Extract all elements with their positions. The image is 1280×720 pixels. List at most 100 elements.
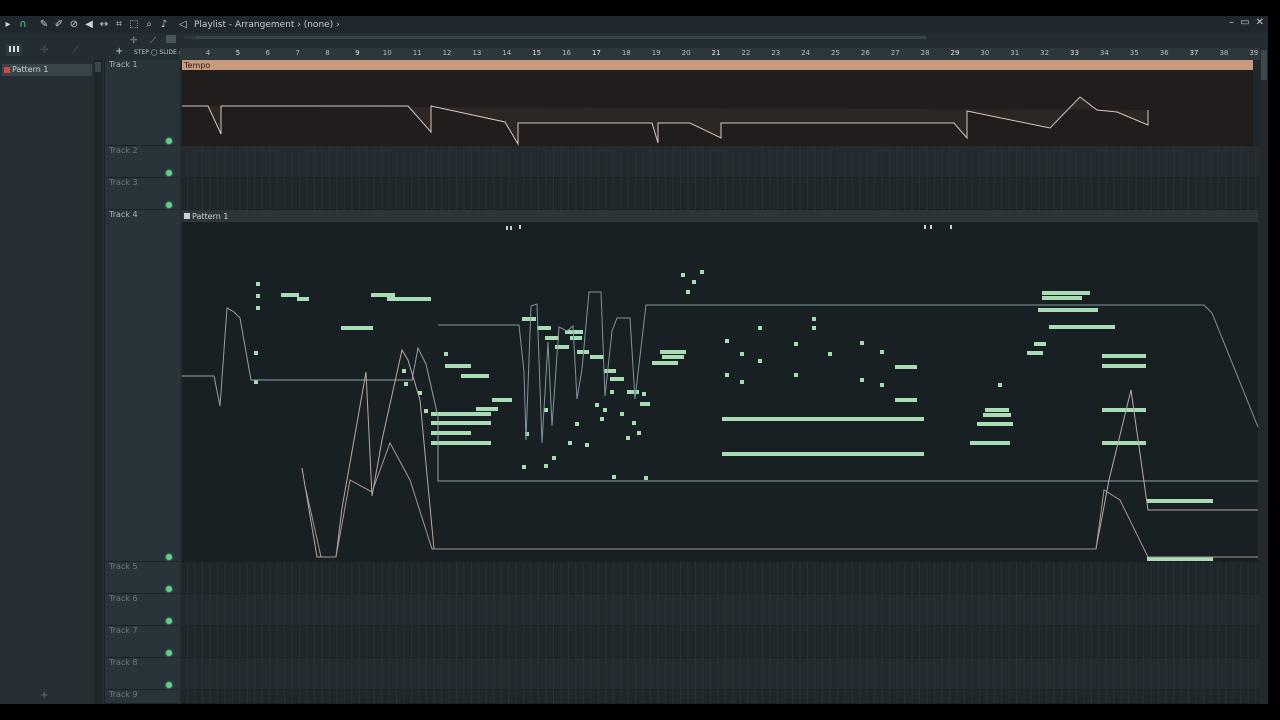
note[interactable]	[545, 336, 559, 340]
note[interactable]	[828, 352, 832, 356]
note[interactable]	[464, 431, 468, 435]
note[interactable]	[522, 317, 536, 321]
note[interactable]	[431, 421, 491, 425]
note[interactable]	[790, 452, 858, 456]
grid-icon[interactable]	[166, 35, 176, 43]
note[interactable]	[880, 383, 884, 387]
playlist-grid[interactable]: Tempo Pattern 1	[180, 60, 1260, 704]
horizontal-scrollbar[interactable]	[196, 36, 926, 39]
note[interactable]	[740, 352, 744, 356]
note[interactable]	[794, 373, 798, 377]
note[interactable]	[537, 326, 551, 330]
pencil-icon[interactable]: ✎	[38, 19, 50, 31]
note[interactable]	[254, 351, 258, 355]
note[interactable]	[568, 441, 572, 445]
track-enable-led[interactable]	[166, 650, 172, 656]
track-header-7[interactable]: Track 7	[106, 626, 178, 658]
note[interactable]	[812, 317, 816, 321]
note[interactable]	[644, 476, 648, 480]
track-enable-led[interactable]	[166, 138, 172, 144]
track-header-6[interactable]: Track 6	[106, 594, 178, 626]
note[interactable]	[402, 369, 406, 373]
note[interactable]	[652, 361, 678, 365]
note[interactable]	[603, 408, 607, 412]
note[interactable]	[627, 390, 639, 394]
note[interactable]	[604, 369, 616, 373]
note[interactable]	[1034, 342, 1046, 346]
note[interactable]	[544, 464, 548, 468]
note[interactable]	[1102, 354, 1146, 358]
note[interactable]	[1102, 364, 1146, 368]
speaker-icon[interactable]: ♪	[158, 19, 170, 31]
note[interactable]	[1042, 296, 1082, 300]
minimize-button[interactable]: –	[1229, 17, 1234, 28]
snap-labels[interactable]: STEP ◯ SLIDE ◎	[134, 49, 184, 56]
note[interactable]	[256, 282, 260, 286]
note[interactable]	[895, 398, 917, 402]
track-enable-led[interactable]	[166, 586, 172, 592]
mixer-icon[interactable]: ✛	[130, 36, 138, 46]
note[interactable]	[660, 350, 686, 354]
note[interactable]	[575, 422, 579, 426]
note[interactable]	[681, 273, 685, 277]
note[interactable]	[637, 431, 641, 435]
picker-scrollbar[interactable]	[94, 60, 102, 704]
note[interactable]	[492, 398, 512, 402]
title-bar[interactable]: ▸ ∩ ✎ ✐ ⊘ ◀ ↔ ⌗ ⬚ ⌕ ♪ ◁ Playlist - Arran…	[0, 16, 1268, 34]
note[interactable]	[983, 413, 1011, 417]
note[interactable]	[595, 403, 599, 407]
note[interactable]	[585, 443, 589, 447]
note[interactable]	[1038, 308, 1098, 312]
note[interactable]	[281, 293, 299, 297]
track-lane-3[interactable]	[180, 178, 1260, 210]
tempo-clip-header[interactable]	[182, 60, 1253, 70]
mute-icon[interactable]: ◀	[83, 19, 95, 31]
note[interactable]	[662, 355, 684, 359]
note[interactable]	[985, 408, 1009, 412]
note[interactable]	[880, 350, 884, 354]
note[interactable]	[642, 392, 646, 396]
note[interactable]	[858, 452, 924, 456]
note[interactable]	[860, 341, 864, 345]
note[interactable]	[610, 390, 614, 394]
track-header-8[interactable]: Track 8	[106, 658, 178, 690]
note[interactable]	[632, 421, 636, 425]
note[interactable]	[860, 378, 864, 382]
note[interactable]	[858, 417, 924, 421]
track-header-3[interactable]: Track 3	[106, 178, 178, 210]
automation-icon[interactable]: ⟋	[72, 45, 79, 56]
track-lane-6[interactable]	[180, 594, 1260, 626]
note[interactable]	[544, 408, 548, 412]
waveform-icon[interactable]: ✛	[40, 45, 49, 56]
note[interactable]	[1147, 557, 1213, 561]
note[interactable]	[758, 359, 762, 363]
pattern-clip-header[interactable]	[182, 210, 1258, 222]
note[interactable]	[794, 342, 798, 346]
note[interactable]	[404, 382, 408, 386]
pattern-clip[interactable]	[182, 210, 1258, 562]
track-enable-led[interactable]	[166, 170, 172, 176]
slip-icon[interactable]: ↔	[98, 19, 110, 31]
note[interactable]	[431, 441, 491, 445]
note[interactable]	[522, 465, 526, 469]
track-enable-led[interactable]	[166, 554, 172, 560]
add-icon[interactable]: +	[115, 46, 123, 57]
track-header-4[interactable]: Track 4	[106, 210, 178, 562]
note[interactable]	[686, 290, 690, 294]
note[interactable]	[895, 365, 917, 369]
note[interactable]	[1102, 441, 1146, 445]
draw-icon[interactable]: ⟋	[150, 36, 157, 46]
vertical-scrollbar[interactable]	[1260, 48, 1268, 704]
note[interactable]	[977, 422, 1013, 426]
track-enable-led[interactable]	[166, 618, 172, 624]
playlist-arrow-icon[interactable]: ◁	[177, 19, 189, 31]
note[interactable]	[970, 441, 1010, 445]
note[interactable]	[552, 456, 556, 460]
note[interactable]	[722, 452, 790, 456]
track-enable-led[interactable]	[166, 202, 172, 208]
track-enable-led[interactable]	[166, 682, 172, 688]
track-lane-9[interactable]	[180, 690, 1260, 704]
note[interactable]	[570, 336, 582, 340]
note[interactable]	[254, 380, 258, 384]
brush-icon[interactable]: ✐	[53, 19, 65, 31]
